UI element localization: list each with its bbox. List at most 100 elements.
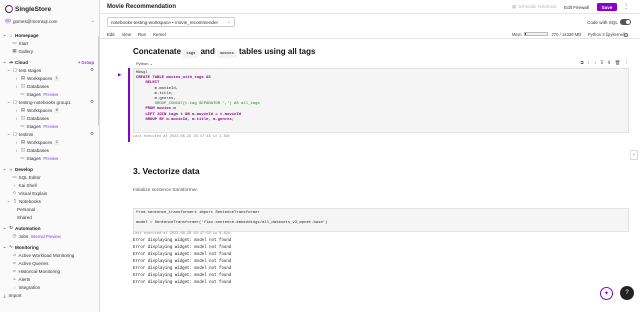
sidebar-item-workspaces[interactable]: › ▤ Workspaces 2 [0, 138, 99, 146]
collapse-panel-icon[interactable]: ‹ [630, 150, 638, 160]
sidebar-item-active-queries[interactable]: ▱ Active Queries [0, 259, 99, 267]
output-line: Error displaying widget: model not found [133, 246, 232, 250]
sidebar-item-databases[interactable]: › ◫ Databases [0, 114, 99, 122]
more-options-icon[interactable]: ⋮ [623, 3, 629, 10]
sidebar-item-label: Databases [27, 115, 49, 121]
chevron-right-icon: › [15, 115, 18, 121]
code-line: from sentence_transformers import Senten… [136, 211, 260, 215]
sidebar-item-stages[interactable]: ▭ Stages Preview [0, 122, 99, 130]
edit-firewall-button[interactable]: Edit Firewall [564, 3, 589, 11]
sidebar-item-alerts[interactable]: ▵ Alerts [0, 275, 99, 283]
account-switcher[interactable]: GO gomes@memsql.com ⌄ [5, 17, 95, 25]
run-cell-icon[interactable]: ▶ [118, 72, 122, 78]
menu-kernel[interactable]: Kernel [153, 32, 166, 37]
code-line: FROM movies m [136, 107, 176, 112]
sidebar-item-historical[interactable]: ▱ Historical Monitoring [0, 267, 99, 275]
sidebar-item-databases[interactable]: › ◫ Databases [0, 82, 99, 90]
sidebar-item-gallery[interactable]: ▦ Gallery [0, 47, 99, 55]
code-editor[interactable]: %%sql CREATE TABLE movies_with_tags AS S… [134, 69, 628, 125]
add-below-icon[interactable]: ⊻ [607, 60, 610, 66]
sidebar-item-label: Gallery [18, 48, 34, 54]
move-up-icon[interactable]: ↑ [588, 60, 590, 66]
sidebar-section-homepage[interactable]: ⌄ ⌂ Homepage [0, 31, 99, 39]
cell-more-icon[interactable]: ⋮ [625, 60, 630, 66]
sidebar-group-testinsi[interactable]: ⌄ ▢ testinsi ⚙ [0, 130, 99, 138]
bell-icon: ▵ [13, 276, 16, 281]
add-above-icon[interactable]: ⊼ [600, 60, 603, 66]
settings-icon[interactable]: ⚙ [90, 99, 94, 105]
output-line: Error displaying widget: model not found [133, 253, 232, 257]
cell-tools: ⧉ ↑ ↓ ⊼ ⊻ 🗑 ⋮ [580, 60, 629, 66]
chevron-down-icon: ⌄ [2, 244, 7, 249]
sidebar-item-jobs[interactable]: ◷ Jobs Internal Preview [0, 232, 99, 240]
sidebar-item-label: Import [8, 292, 22, 298]
move-down-icon[interactable]: ↓ [594, 60, 596, 66]
sidebar-item-databases[interactable]: › ◫ Databases [0, 146, 99, 154]
brand-logo[interactable]: SingleStore [5, 4, 51, 14]
sidebar-section-label: Develop [15, 166, 33, 172]
brand-name: SingleStore [15, 5, 52, 13]
sidebar-item-visual-explain[interactable]: ◇ Visual Explain [0, 189, 99, 197]
code-line: LEFT JOIN tags t ON m.movieId = t.movieI… [136, 112, 242, 117]
import-icon: ⤓ [3, 292, 6, 298]
menu-run[interactable]: Run [138, 32, 146, 37]
sidebar-item-sql-editor[interactable]: ▭ SQL Editor [0, 173, 99, 181]
sidebar-item-personal[interactable]: Personal [0, 205, 99, 213]
visual-explain-icon: ◇ [12, 190, 17, 195]
kernel-status-icon [624, 32, 628, 37]
code-line: m.title, [136, 91, 174, 96]
workload-icon: ▱ [12, 252, 17, 257]
sidebar-item-workspaces[interactable]: › ▤ Workspaces 1 [0, 74, 99, 82]
sidebar-item-label: Stages [26, 155, 41, 161]
menu-edit[interactable]: Edit [107, 32, 115, 37]
folder-icon: ▢ [12, 99, 18, 104]
sidebar-section-develop[interactable]: ⌄ ‹› Develop [0, 165, 99, 173]
sidebar-item-stages[interactable]: ▭ Stages Preview [0, 90, 99, 98]
code-editor[interactable]: from sentence_transformers import Senten… [134, 209, 628, 229]
settings-icon[interactable]: ⚙ [90, 131, 94, 137]
markdown-heading: 3. Vectorize data [133, 166, 200, 176]
schedule-notebook-button[interactable]: ▦ Schedule Notebook [512, 4, 556, 10]
code-with-sql-toggle[interactable]: Code with SQL [587, 19, 631, 25]
chevron-down-icon: ⌄ [2, 166, 7, 171]
code-cell-python[interactable]: from sentence_transformers import Senten… [133, 208, 629, 232]
database-icon: ◫ [20, 115, 26, 120]
ai-assistant-icon[interactable]: ✦ [600, 287, 613, 300]
sidebar-item-notebooks[interactable]: ⌄ ▯ Notebooks [0, 197, 99, 205]
sidebar-section-automation[interactable]: ⌄ ↻ Automation [0, 224, 99, 232]
sidebar-item-start[interactable]: ▭ Start [0, 39, 99, 47]
chevron-down-icon: ⌄ [6, 131, 11, 136]
code-line: m.movieId, [136, 86, 179, 91]
delete-icon[interactable]: 🗑 [615, 60, 621, 66]
help-icon[interactable]: ? [620, 286, 634, 300]
sidebar-item-import[interactable]: ⤓ Import [0, 291, 99, 299]
sidebar-group-test-stages[interactable]: ⌄ ▢ test stages ⚙ [0, 66, 99, 74]
cell-language-select[interactable]: Python ⌄ [136, 61, 153, 66]
heading-text: Concatenate [133, 47, 182, 56]
chevron-right-icon: › [15, 83, 18, 89]
save-button[interactable]: Save [597, 3, 617, 11]
chevron-right-icon: › [15, 139, 18, 145]
settings-icon[interactable]: ⚙ [90, 67, 94, 73]
kernel-name[interactable]: Python 3 (ipykernel) [588, 32, 625, 37]
sidebar-item-integration[interactable]: ◌ Integration [0, 283, 99, 291]
sidebar-item-shared[interactable]: Shared [0, 213, 99, 221]
copy-icon[interactable]: ⧉ [580, 60, 583, 66]
menu-view[interactable]: View [122, 32, 131, 37]
stages-icon: ▭ [20, 155, 25, 160]
sidebar-item-label: Visual Explain [18, 190, 48, 196]
sidebar-section-cloud[interactable]: ⌄ ☁ Cloud + Group [0, 58, 99, 66]
notebook-area: Concatenate tags and movies tables using… [100, 40, 636, 312]
memory-label: Mem: [512, 31, 523, 37]
code-cell-sql[interactable]: %%sql CREATE TABLE movies_with_tags AS S… [133, 68, 629, 133]
sidebar-item-kai-shell[interactable]: › Kai Shell [0, 181, 99, 189]
toggle-switch[interactable] [619, 19, 631, 25]
sidebar-group-testing-notebooks[interactable]: ⌄ ▢ testing-notebooks group1 ⚙ [0, 98, 99, 106]
sidebar-item-stages[interactable]: ▭ Stages Preview [0, 154, 99, 162]
workspace-selector[interactable]: notebooks-testing-workspace • movie_reco… [107, 17, 235, 27]
sidebar-item-label: Alerts [18, 276, 31, 282]
sidebar-item-active-workload[interactable]: ▱ Active Workload Monitoring [0, 251, 99, 259]
sidebar-section-monitoring[interactable]: ⌄ ∿ Monitoring [0, 243, 99, 251]
add-group-button[interactable]: + Group [78, 60, 94, 65]
sidebar-item-workspaces[interactable]: › ▤ Workspaces 8 [0, 106, 99, 114]
